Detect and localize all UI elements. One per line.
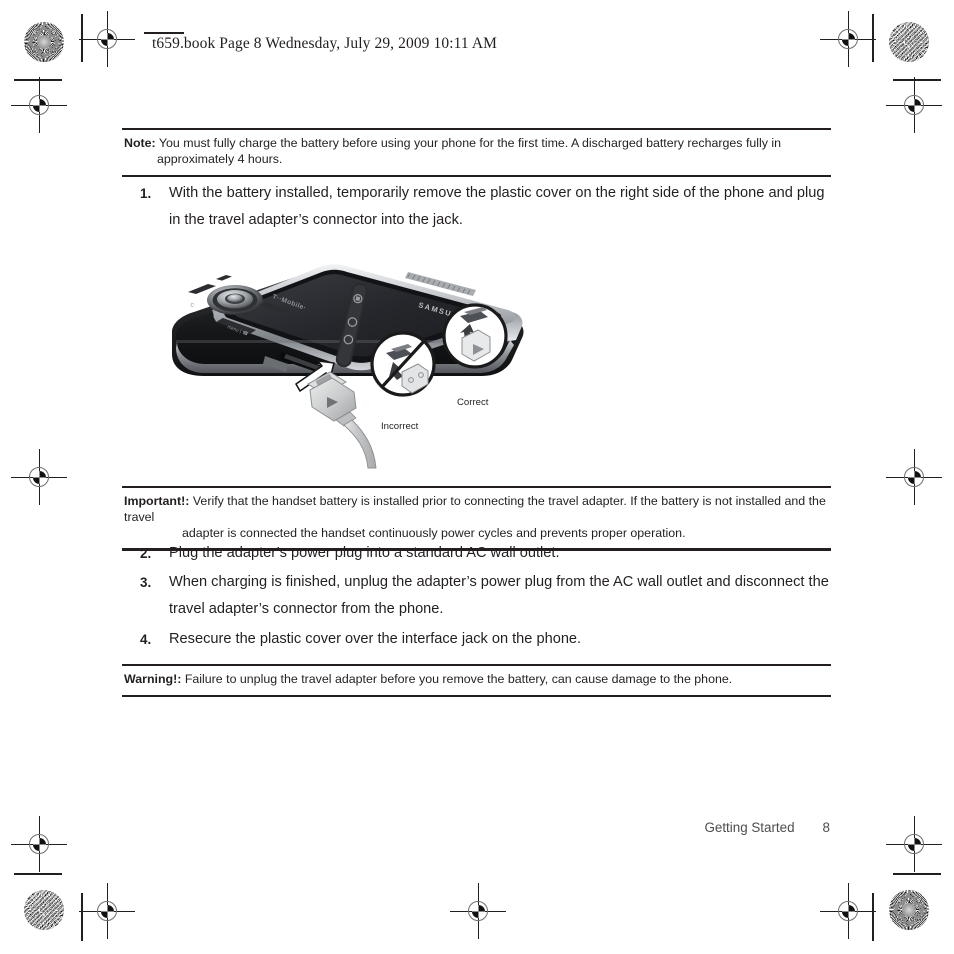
step-number-3: 3. bbox=[140, 575, 152, 590]
footer-section-name: Getting Started bbox=[704, 820, 795, 835]
important-label: Important!: bbox=[124, 494, 190, 509]
note-line-2: approximately 4 hours. bbox=[157, 151, 283, 166]
warning-rule-bottom bbox=[122, 694, 831, 698]
important-line-1: Verify that the handset battery is insta… bbox=[124, 494, 826, 524]
step-number-2: 2. bbox=[140, 546, 152, 561]
warning-first-line: Warning!: Failure to unplug the travel a… bbox=[124, 672, 829, 688]
warning-body: Warning!: Failure to unplug the travel a… bbox=[122, 666, 831, 695]
step-text-4: Resecure the plastic cover over the inte… bbox=[169, 631, 582, 647]
manual-page: t659.book Page 8 Wednesday, July 29, 200… bbox=[0, 0, 954, 954]
warning-callout: Warning!: Failure to unplug the travel a… bbox=[122, 664, 831, 698]
warning-label: Warning!: bbox=[124, 672, 182, 687]
step-item-3: 3. When charging is finished, unplug the… bbox=[140, 569, 834, 623]
step-item-4: 4. Resecure the plastic cover over the i… bbox=[140, 626, 834, 653]
step-number-1: 1. bbox=[140, 186, 152, 201]
important-line-2: adapter is connected the handset continu… bbox=[182, 525, 686, 540]
step-number-4: 4. bbox=[140, 632, 152, 647]
phone-illustration-svg: SAMSUNG T··Mobile· C menu | ☎ bbox=[172, 264, 524, 469]
upper-left-key bbox=[216, 275, 232, 281]
header-rule bbox=[144, 32, 184, 34]
dpad-navigation-key bbox=[207, 285, 263, 315]
step-item-2: 2. Plug the adapter’s power plug into a … bbox=[140, 540, 834, 567]
illustration-label-correct: Correct bbox=[457, 397, 489, 408]
important-first-line: Important!: Verify that the handset batt… bbox=[124, 494, 829, 525]
travel-adapter-connector bbox=[307, 371, 377, 469]
note-rule-bottom bbox=[122, 174, 831, 177]
page-footer: Getting Started 8 bbox=[0, 820, 954, 835]
footer-page-number: 8 bbox=[822, 820, 830, 835]
note-first-line: Note: You must fully charge the battery … bbox=[124, 136, 829, 152]
note-callout: Note: You must fully charge the battery … bbox=[122, 128, 831, 177]
note-label: Note: bbox=[124, 136, 156, 151]
note-line-1: You must fully charge the battery before… bbox=[158, 136, 782, 151]
step-text-1: With the battery installed, temporarily … bbox=[169, 185, 825, 228]
step-item-1: 1. With the battery installed, temporari… bbox=[140, 180, 834, 234]
step-text-3: When charging is finished, unplug the ad… bbox=[169, 574, 829, 617]
phone-charging-illustration: SAMSUNG T··Mobile· C menu | ☎ Incorrect … bbox=[160, 236, 540, 484]
illustration-label-incorrect: Incorrect bbox=[381, 421, 419, 432]
step-text-2: Plug the adapter’s power plug into a sta… bbox=[169, 545, 560, 561]
detail-circle-incorrect bbox=[370, 331, 436, 397]
clear-key-label: C bbox=[189, 302, 195, 309]
book-header-line: t659.book Page 8 Wednesday, July 29, 200… bbox=[152, 35, 498, 52]
warning-line-1: Failure to unplug the travel adapter bef… bbox=[184, 672, 733, 687]
note-body: Note: You must fully charge the battery … bbox=[122, 130, 831, 174]
detail-circle-correct bbox=[442, 303, 508, 369]
